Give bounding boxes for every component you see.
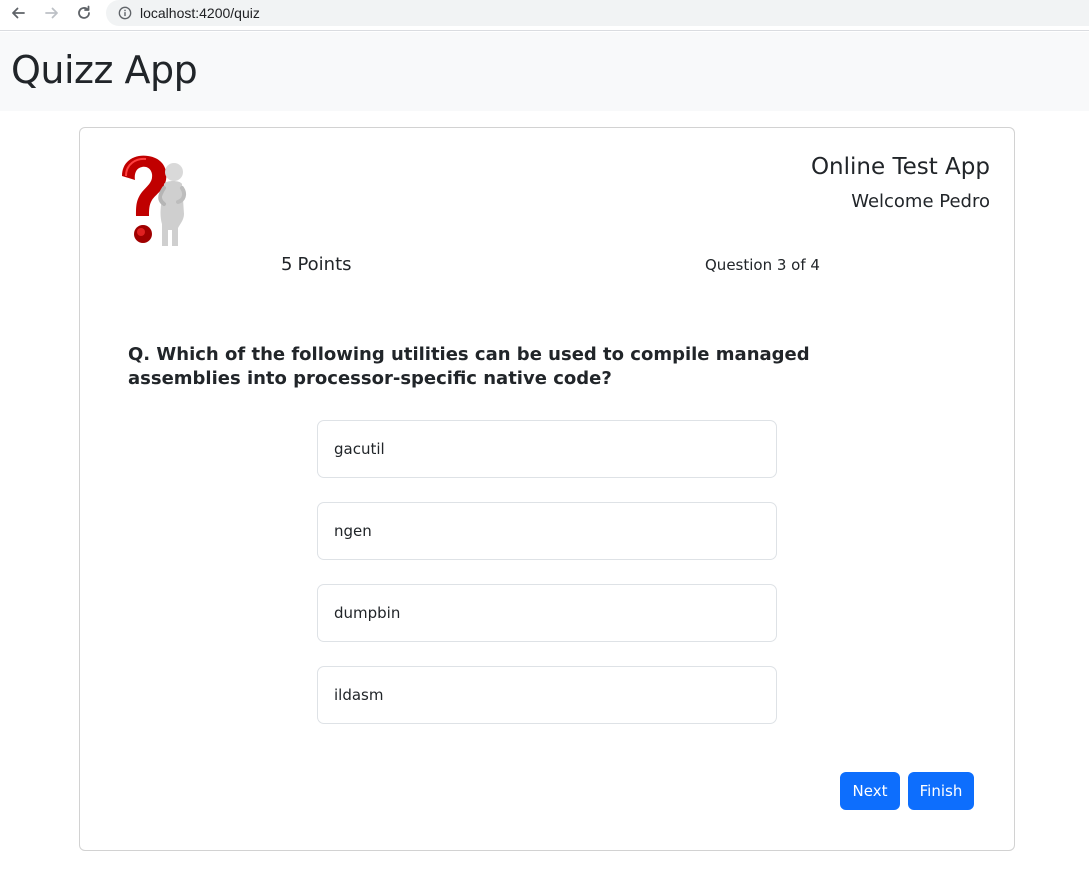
url-text: localhost:4200/quiz xyxy=(140,5,260,21)
app-title: Online Test App xyxy=(810,154,990,180)
app-navbar: Quizz App xyxy=(0,32,1089,111)
address-bar[interactable]: localhost:4200/quiz xyxy=(106,0,1089,26)
next-button[interactable]: Next xyxy=(840,772,900,810)
points-value: 5 xyxy=(281,254,293,275)
quiz-card: Online Test App Welcome Pedro 5 Points Qu… xyxy=(79,127,1015,851)
points-label: Points xyxy=(297,254,352,275)
question-progress: Question 3 of 4 xyxy=(705,256,820,274)
info-icon[interactable] xyxy=(116,4,134,22)
option-ngen[interactable]: ngen xyxy=(317,502,777,560)
forward-arrow-icon[interactable] xyxy=(40,3,64,23)
reload-icon[interactable] xyxy=(72,3,96,23)
points-display: 5 Points xyxy=(281,254,352,275)
option-ildasm[interactable]: ildasm xyxy=(317,666,777,724)
options-list: gacutil ngen dumpbin ildasm xyxy=(317,420,777,748)
question-text: Q. Which of the following utilities can … xyxy=(128,344,810,389)
welcome-message: Welcome Pedro xyxy=(851,191,990,212)
browser-toolbar: localhost:4200/quiz xyxy=(0,0,1089,31)
back-arrow-icon[interactable] xyxy=(6,3,30,23)
option-gacutil[interactable]: gacutil xyxy=(317,420,777,478)
option-dumpbin[interactable]: dumpbin xyxy=(317,584,777,642)
finish-button[interactable]: Finish xyxy=(908,772,974,810)
navbar-brand[interactable]: Quizz App xyxy=(11,48,198,92)
question-mark-figure-icon xyxy=(118,154,192,250)
